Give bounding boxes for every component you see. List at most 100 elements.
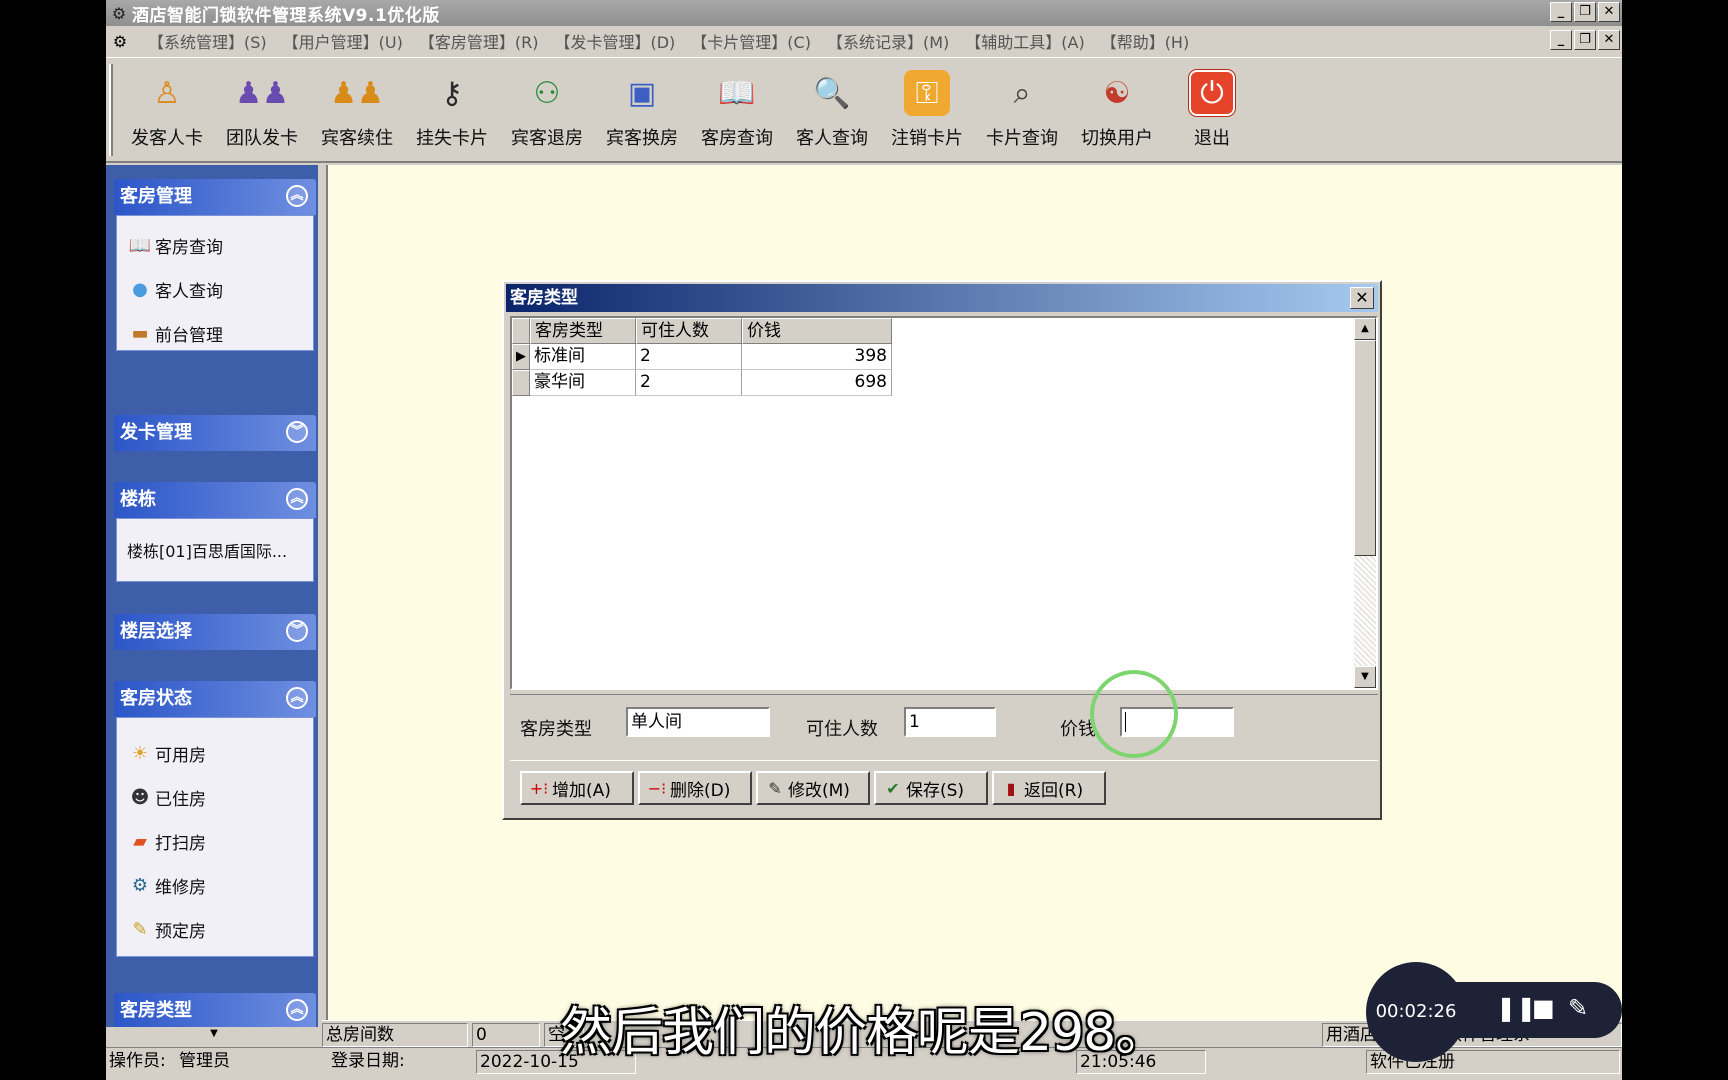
room-query-button[interactable]: 📖 客房查询	[692, 70, 782, 156]
change-room-button[interactable]: ▣ 宾客换房	[597, 70, 687, 156]
sidebar-item-reserved[interactable]: ✎ 预定房	[127, 914, 206, 944]
scroll-up-icon[interactable]: ▲	[1354, 318, 1376, 340]
dialog-close-button[interactable]: ✕	[1350, 287, 1374, 309]
sidebar-header-building[interactable]: 楼栋 ︽	[114, 482, 316, 518]
modify-button[interactable]: ✎ 修改(M)	[756, 771, 870, 805]
close-button[interactable]: ✕	[1598, 2, 1620, 22]
menu-issue-card[interactable]: 【发卡管理】(D)	[554, 29, 675, 53]
column-capacity[interactable]: 可住人数	[636, 318, 742, 344]
sidebar-item-front-desk[interactable]: ▬ 前台管理	[127, 318, 223, 348]
save-icon: ✔	[886, 778, 900, 798]
wrench-icon: ⚙	[131, 874, 149, 896]
sidebar-header-room-type[interactable]: 客房类型 ︽	[114, 993, 316, 1029]
menu-system[interactable]: 【系统管理】(S)	[148, 29, 267, 53]
desk-icon: ▬	[131, 322, 149, 344]
column-price[interactable]: 价钱	[742, 318, 892, 344]
sidebar: 客房管理 ︽ 📖 客房查询 ● 客人查询 ▬ 前台管理 发卡管理 ︾ 楼栋 ︽ 楼栋[…	[106, 165, 322, 1040]
sidebar-item-occupied[interactable]: ☻ 已住房	[127, 782, 206, 812]
switch-user-button[interactable]: ☯ 切换用户	[1072, 70, 1162, 156]
restore-button[interactable]: ❐	[1574, 2, 1596, 22]
sidebar-scroll-down[interactable]: ▼	[106, 1027, 318, 1040]
switch-user-icon: ☯	[1103, 75, 1131, 111]
sidebar-item-cleaning[interactable]: ▰ 打扫房	[127, 826, 206, 856]
key-card-icon: ⚿	[904, 70, 950, 116]
pen-icon[interactable]: ✎	[1568, 996, 1588, 1020]
title-bar: ⚙ 酒店智能门锁软件管理系统V9.1优化版 _ ❐ ✕	[106, 0, 1622, 26]
issue-guest-card-button[interactable]: ♙ 发客人卡	[122, 70, 212, 156]
sidebar-header-floor[interactable]: 楼层选择 ︾	[114, 614, 316, 650]
add-icon: +⁝	[529, 778, 549, 798]
search-icon: ⌕	[1013, 75, 1031, 111]
person-icon: ●	[132, 278, 148, 300]
room-type-input[interactable]: 单人间	[626, 707, 770, 737]
sidebar-item-building-01[interactable]: 楼栋[01]百思盾国际...	[127, 535, 287, 565]
exit-button[interactable]: ⏻ 退出	[1167, 70, 1257, 156]
scroll-thumb[interactable]	[1354, 340, 1376, 556]
menu-records[interactable]: 【系统记录】(M)	[827, 29, 949, 53]
occupant-icon: ☻	[130, 786, 150, 808]
group-card-button[interactable]: ♟♟ 团队发卡	[217, 70, 307, 156]
card-query-button[interactable]: ⌕ 卡片查询	[977, 70, 1067, 156]
room-type-grid: 客房类型 可住人数 价钱 ▶ 标准间 2 398 豪华间 2 698 ▲ ▼	[510, 316, 1378, 690]
menu-room[interactable]: 【客房管理】(R)	[419, 29, 539, 53]
stop-icon[interactable]: ■	[1532, 996, 1555, 1020]
power-icon: ⏻	[1189, 70, 1235, 116]
checkout-button[interactable]: ⚇ 宾客退房	[502, 70, 592, 156]
save-button[interactable]: ✔ 保存(S)	[874, 771, 988, 805]
toolbar-grip	[109, 64, 113, 156]
return-button[interactable]: ▮ 返回(R)	[992, 771, 1106, 805]
sidebar-header-room-mgmt[interactable]: 客房管理 ︽	[114, 179, 316, 215]
guests-icon: ♟♟	[330, 75, 384, 111]
pause-icon[interactable]: ❚❚	[1496, 996, 1536, 1020]
guest-query-button[interactable]: 🔍 客人查询	[787, 70, 877, 156]
person-icon: ♙	[153, 75, 181, 111]
menu-help[interactable]: 【帮助】(H)	[1101, 29, 1190, 53]
delete-icon: −⁝	[647, 778, 667, 798]
sidebar-item-guest-query[interactable]: ● 客人查询	[127, 274, 223, 304]
sidebar-panel-room-mgmt: 📖 客房查询 ● 客人查询 ▬ 前台管理	[116, 215, 314, 351]
grid-vertical-scrollbar[interactable]: ▲ ▼	[1354, 318, 1376, 688]
chevron-down-icon[interactable]: ︾	[286, 421, 308, 443]
chevron-up-icon[interactable]: ︽	[286, 185, 308, 207]
add-button[interactable]: +⁝ 增加(A)	[520, 771, 634, 805]
app-icon: ⚙	[111, 3, 127, 23]
menu-card[interactable]: 【卡片管理】(C)	[691, 29, 811, 53]
video-subtitle: 然后我们的价格呢是298。	[560, 1003, 1167, 1063]
sidebar-item-available[interactable]: ☀ 可用房	[127, 738, 206, 768]
app-window: ⚙ 酒店智能门锁软件管理系统V9.1优化版 _ ❐ ✕ ⚙ 【系统管理】(S) …	[106, 0, 1622, 1080]
scroll-down-icon[interactable]: ▼	[1354, 666, 1376, 688]
chevron-down-icon[interactable]: ︾	[286, 620, 308, 642]
mdi-restore-button[interactable]: ❐	[1574, 30, 1596, 50]
mdi-close-button[interactable]: ✕	[1598, 30, 1620, 50]
table-row[interactable]: 豪华间 2 698	[512, 370, 892, 396]
menu-bar: ⚙ 【系统管理】(S) 【用户管理】(U) 【客房管理】(R) 【发卡管理】(D…	[106, 27, 1622, 55]
capacity-input[interactable]: 1	[904, 707, 996, 737]
sidebar-item-room-query[interactable]: 📖 客房查询	[127, 230, 223, 260]
system-menu-icon[interactable]: ⚙	[108, 32, 132, 51]
menu-user[interactable]: 【用户管理】(U)	[283, 29, 403, 53]
delete-button[interactable]: −⁝ 删除(D)	[638, 771, 752, 805]
swap-room-icon: ▣	[627, 75, 657, 111]
sidebar-header-room-status[interactable]: 客房状态 ︽	[114, 681, 316, 717]
column-room-type[interactable]: 客房类型	[530, 318, 636, 344]
book-icon: 📖	[718, 75, 756, 111]
cancel-card-button[interactable]: ⚿ 注销卡片	[882, 70, 972, 156]
table-row[interactable]: ▶ 标准间 2 398	[512, 344, 892, 370]
grid-header: 客房类型 可住人数 价钱	[512, 318, 892, 344]
window-controls: _ ❐ ✕	[1550, 2, 1620, 22]
extend-stay-button[interactable]: ♟♟ 宾客续住	[312, 70, 402, 156]
chevron-up-icon[interactable]: ︽	[286, 488, 308, 510]
sidebar-item-maintenance[interactable]: ⚙ 维修房	[127, 870, 206, 900]
magnifier-icon: 🔍	[813, 75, 851, 111]
menu-tools[interactable]: 【辅助工具】(A)	[965, 29, 1084, 53]
chevron-up-icon[interactable]: ︽	[286, 999, 308, 1021]
minimize-button[interactable]: _	[1550, 2, 1572, 22]
broom-icon: ▰	[133, 830, 147, 852]
sidebar-panel-building: 楼栋[01]百思盾国际...	[116, 518, 314, 582]
capacity-label: 可住人数	[806, 719, 878, 740]
sidebar-header-card-mgmt[interactable]: 发卡管理 ︾	[114, 415, 316, 451]
click-highlight-ring	[1090, 670, 1178, 758]
chevron-up-icon[interactable]: ︽	[286, 687, 308, 709]
mdi-minimize-button[interactable]: _	[1550, 30, 1572, 50]
report-lost-card-button[interactable]: ⚷ 挂失卡片	[407, 70, 497, 156]
